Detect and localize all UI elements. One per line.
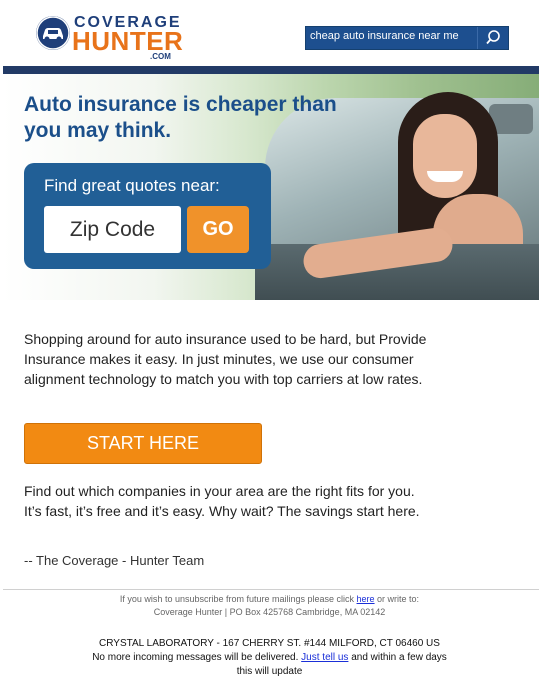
notice-line-2: this will update	[236, 666, 303, 677]
notice-suffix: and within a few days	[348, 652, 447, 663]
signoff: -- The Coverage - Hunter Team	[24, 553, 205, 568]
unsubscribe-prefix: If you wish to unsubscribe from future m…	[119, 594, 357, 604]
just-tell-us-link[interactable]: Just tell us	[301, 652, 348, 663]
zip-code-input[interactable]: Zip Code	[44, 206, 181, 253]
savings-paragraph: Find out which companies in your area ar…	[24, 483, 420, 519]
intro-paragraph: Shopping around for auto insurance used …	[24, 331, 427, 387]
quote-form-label: Find great quotes near:	[44, 176, 220, 195]
hero-top-bar	[3, 66, 539, 74]
car-logo-icon	[36, 16, 70, 50]
sender-address: CRYSTAL LABORATORY - 167 CHERRY ST. #144…	[99, 638, 440, 649]
header: COVERAGE HUNTER .COM cheap auto insuranc…	[0, 0, 539, 66]
start-here-button[interactable]: START HERE	[24, 423, 262, 464]
search-bar: cheap auto insurance near me	[305, 26, 509, 50]
go-button[interactable]: GO	[187, 206, 249, 253]
notice-prefix: No more incoming messages will be delive…	[92, 652, 302, 663]
search-icon	[486, 30, 500, 45]
woman-face-image	[413, 114, 477, 198]
quote-form: Find great quotes near: Zip Code GO	[24, 163, 271, 269]
hero-title: Auto insurance is cheaper than you may t…	[24, 93, 337, 142]
unsubscribe-line: If you wish to unsubscribe from future m…	[0, 593, 539, 605]
hero-banner: Auto insurance is cheaper than you may t…	[3, 74, 539, 300]
footer-divider	[3, 589, 539, 590]
logo-wordmark-suffix: .COM	[150, 52, 171, 61]
unsubscribe-link[interactable]: here	[357, 594, 375, 604]
unsubscribe-suffix: or write to:	[374, 594, 420, 604]
notice-line: No more incoming messages will be delive…	[0, 651, 539, 665]
search-button[interactable]	[477, 27, 508, 49]
search-input[interactable]: cheap auto insurance near me	[306, 27, 476, 49]
mailing-address: Coverage Hunter | PO Box 425768 Cambridg…	[153, 607, 386, 617]
woman-smile-image	[427, 171, 463, 182]
logo[interactable]: COVERAGE HUNTER .COM	[36, 14, 186, 61]
